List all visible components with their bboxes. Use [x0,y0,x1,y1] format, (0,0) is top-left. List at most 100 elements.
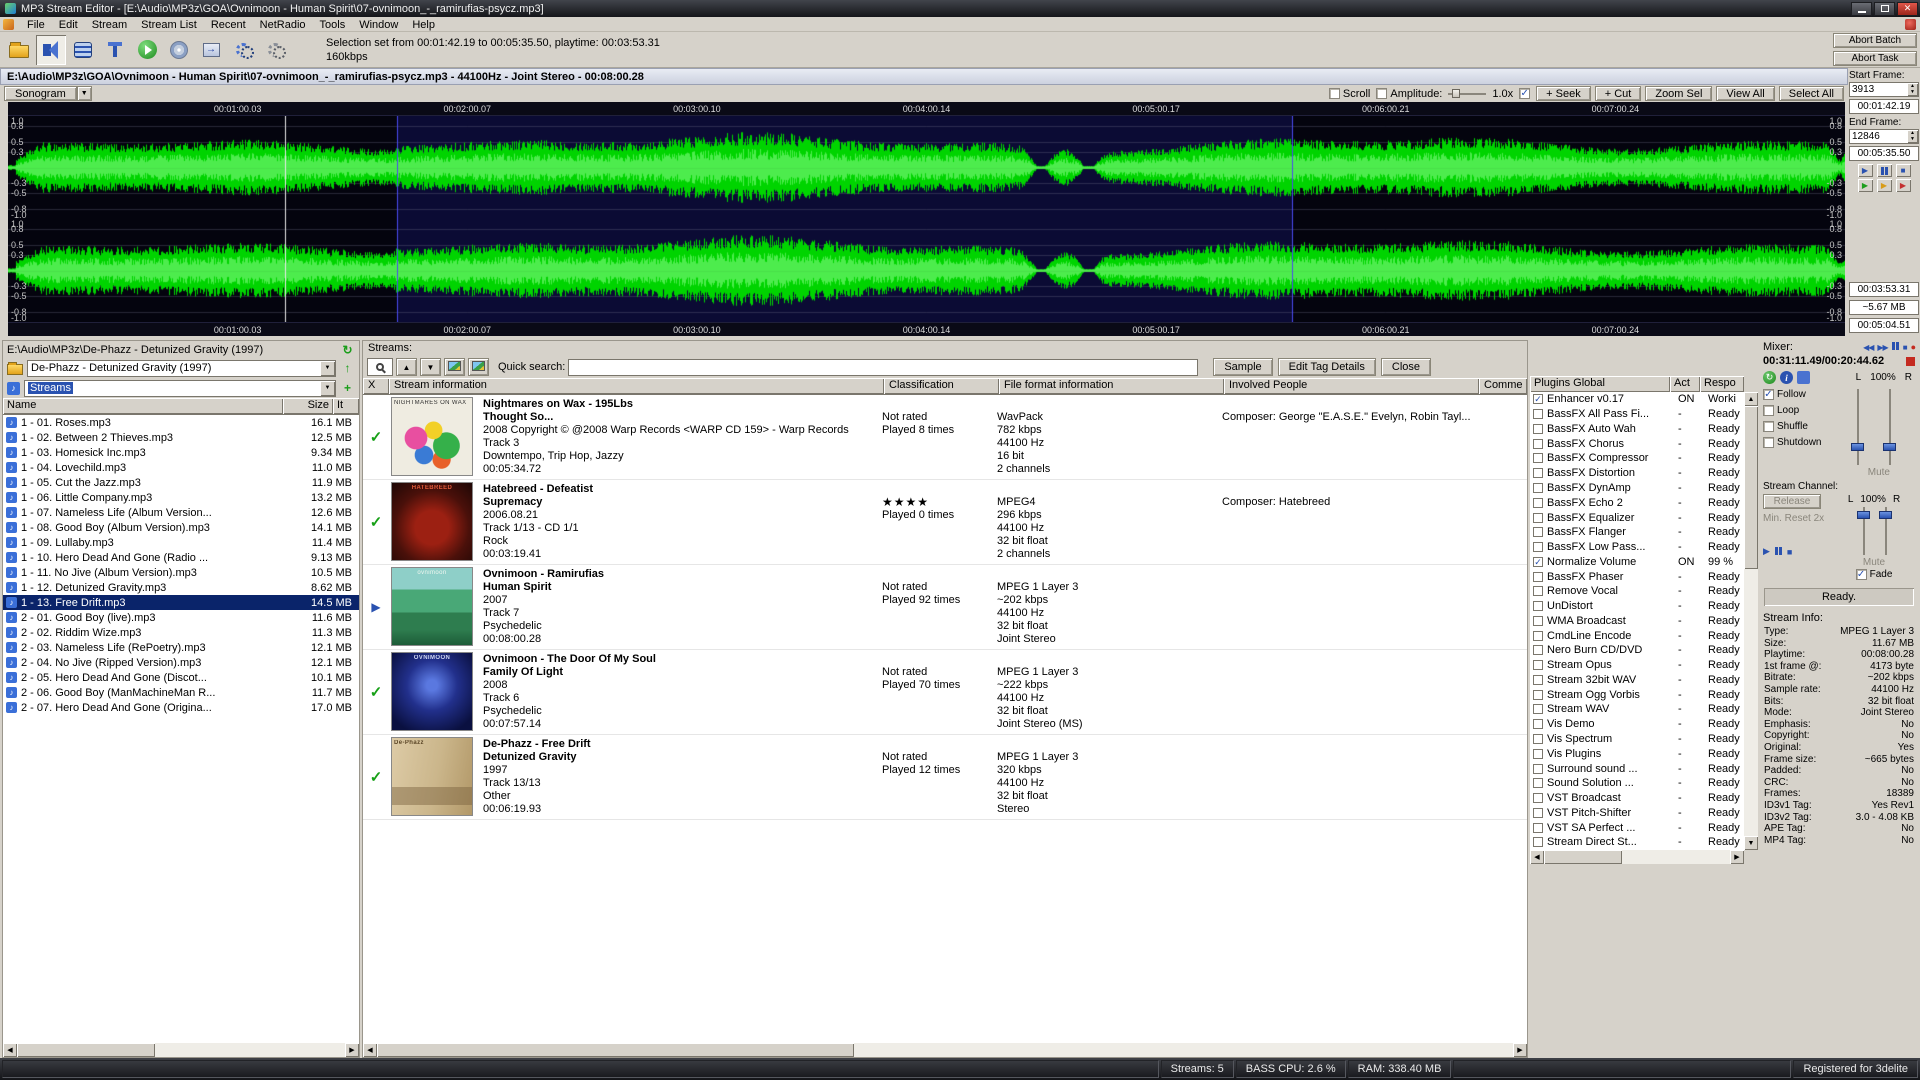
plugin-row[interactable]: Stream WAV - Ready [1530,702,1744,717]
file-row[interactable]: ♪ 1 - 03. Homesick Inc.mp3 9.34 MB [3,445,359,460]
plugin-row[interactable]: Stream Opus - Ready [1530,658,1744,673]
menu-item-recent[interactable]: Recent [204,17,253,31]
scroll-checkbox[interactable] [1328,88,1340,99]
scroll-right-icon[interactable]: ▶ [1730,850,1744,864]
file-row[interactable]: ♪ 2 - 03. Nameless Life (RePoetry).mp3 12.… [3,640,359,655]
menu-item-stream-list[interactable]: Stream List [134,17,204,31]
plugin-row[interactable]: Surround sound ... - Ready [1530,761,1744,776]
menu-item-netradio[interactable]: NetRadio [253,17,313,31]
stream-row[interactable]: ▶ ovnimoon Ovnimoon - Ramirufias Human Spir… [363,565,1527,650]
wave-button-cut[interactable]: + Cut [1594,86,1642,101]
plugin-checkbox[interactable] [1533,423,1543,434]
release-button[interactable]: Release [1763,494,1821,509]
plugin-checkbox[interactable] [1533,512,1543,523]
file-row[interactable]: ♪ 1 - 05. Cut the Jazz.mp3 11.9 MB [3,475,359,490]
file-row[interactable]: ♪ 1 - 11. No Jive (Album Version).mp3 10.5… [3,565,359,580]
info-icon[interactable]: i [1780,371,1793,384]
scroll-left-icon[interactable]: ◀ [1530,850,1544,864]
column-header-size[interactable]: Size [283,398,333,414]
volume-slider-left[interactable] [1850,387,1866,467]
plugin-row[interactable]: BassFX Chorus - Ready [1530,436,1744,451]
cd-button[interactable] [164,35,194,65]
channel-slider-right[interactable] [1878,505,1892,557]
spinner-arrows-icon[interactable]: ▲ ▼ [1907,130,1918,143]
amplitude-slider-thumb[interactable] [1452,89,1461,98]
column-header-name[interactable]: Name [3,398,283,414]
plugin-row[interactable]: Stream Direct St... - Ready [1530,835,1744,850]
close-button[interactable]: Close [1380,358,1431,376]
file-row[interactable]: ♪ 2 - 01. Good Boy (live).mp3 11.6 MB [3,610,359,625]
folder-combo[interactable]: De-Phazz - Detunized Gravity (1997) ▼ [27,359,336,377]
streams-combo[interactable]: Streams ▼ [24,379,336,397]
encode-button[interactable]: → [196,35,226,65]
plugin-row[interactable]: Vis Demo - Ready [1530,717,1744,732]
plugin-checkbox[interactable] [1533,615,1543,626]
sonogram-button[interactable]: Sonogram [4,86,77,101]
snap-checkbox[interactable]: ✓ [1519,88,1531,99]
scrollbar-track[interactable] [17,1043,345,1057]
fade-checkbox[interactable]: ✓ [1855,569,1867,580]
scroll-down-icon[interactable]: ▼ [1744,836,1758,850]
plugin-row[interactable]: BassFX Compressor - Ready [1530,451,1744,466]
amplitude-checkbox[interactable] [1376,88,1388,99]
refresh-icon[interactable]: ↻ [340,343,355,357]
waveform-right-channel[interactable]: 1.0 1.0 0.8 0.8 0.5 0.5 0.3 0.3 -0.3 -0.3 -0.5 -0.5… [8,219,1845,323]
menu-item-help[interactable]: Help [405,17,442,31]
plugin-row[interactable]: UnDistort - Ready [1530,599,1744,614]
plugin-row[interactable]: BassFX DynAmp - Ready [1530,481,1744,496]
file-row[interactable]: ♪ 1 - 08. Good Boy (Album Version).mp3 14.… [3,520,359,535]
end-frame-spinbox[interactable]: 12846 ▲ ▼ [1849,129,1919,144]
previous-icon[interactable]: ◀◀ [1863,343,1874,352]
column-header-x[interactable]: X [363,378,389,394]
stop-icon[interactable] [1906,356,1915,366]
waveform-display[interactable]: 00:01:00.03 00:02:00.07 00:03:00.10 00:04:0… [8,102,1845,336]
wave-button-select-all[interactable]: Select All [1778,86,1844,101]
wave-button-seek[interactable]: + Seek [1536,86,1591,101]
file-row[interactable]: ♪ 2 - 04. No Jive (Ripped Version).mp3 12.… [3,655,359,670]
menu-item-edit[interactable]: Edit [52,17,85,31]
stop-icon[interactable]: ■ [1903,343,1908,352]
speaker-button[interactable] [36,34,66,65]
plugins-hscrollbar[interactable]: ◀ ▶ [1530,850,1744,864]
playlist-icon[interactable] [1797,371,1810,384]
next-icon[interactable]: ▶▶ [1877,343,1888,352]
plugin-checkbox[interactable] [1533,571,1543,582]
plugin-row[interactable]: ✓ Enhancer v0.17 ON Worki [1530,392,1744,407]
slider-thumb[interactable] [1850,443,1864,451]
move-down-button[interactable]: ▼ [420,358,441,376]
chevron-down-icon[interactable]: ▼ [320,380,335,396]
quick-search-input[interactable] [568,358,1199,376]
search-box[interactable] [367,358,393,376]
plugin-row[interactable]: VST Broadcast - Ready [1530,791,1744,806]
shutdown-checkbox[interactable] [1763,437,1774,448]
plugin-row[interactable]: Stream Ogg Vorbis - Ready [1530,687,1744,702]
scrollbar-track[interactable] [1544,850,1730,864]
scrollbar-thumb[interactable] [1544,850,1623,864]
abort-task-button[interactable]: Abort Task [1833,51,1917,66]
plugin-checkbox[interactable] [1533,660,1543,671]
shuffle-checkbox[interactable] [1763,421,1774,432]
plugin-checkbox[interactable] [1533,763,1543,774]
column-header-act[interactable]: Act [1670,376,1700,392]
pause-icon[interactable] [1876,164,1892,177]
slider-thumb[interactable] [1857,511,1870,520]
streams-hscrollbar[interactable]: ◀ ▶ [363,1043,1527,1057]
file-row[interactable]: ♪ 1 - 13. Free Drift.mp3 14.5 MB [3,595,359,610]
plugin-checkbox[interactable] [1533,733,1543,744]
waveform-canvas-left[interactable] [8,116,1845,219]
file-row[interactable]: ♪ 1 - 04. Lovechild.mp3 11.0 MB [3,460,359,475]
plugin-row[interactable]: Nero Burn CD/DVD - Ready [1530,643,1744,658]
column-header-respo[interactable]: Respo [1700,376,1744,392]
scrollbar-track[interactable] [377,1043,1513,1057]
stop-icon[interactable]: ■ [1895,164,1911,177]
edit-tag-details-button[interactable]: Edit Tag Details [1277,358,1376,376]
menu-item-tools[interactable]: Tools [313,17,353,31]
column-header-involved-people[interactable]: Involved People [1224,378,1479,394]
plugin-checkbox[interactable] [1533,778,1543,789]
plugin-checkbox[interactable]: ✓ [1533,394,1543,405]
open-file-button[interactable] [4,35,34,65]
column-header-file-format-information[interactable]: File format information [999,378,1224,394]
column-header-classification[interactable]: Classification [884,378,999,394]
waveform-canvas-right[interactable] [8,219,1845,322]
stream-row[interactable]: ✓ HATEBREED Hatebreed - Defeatist Supremacy… [363,480,1527,565]
